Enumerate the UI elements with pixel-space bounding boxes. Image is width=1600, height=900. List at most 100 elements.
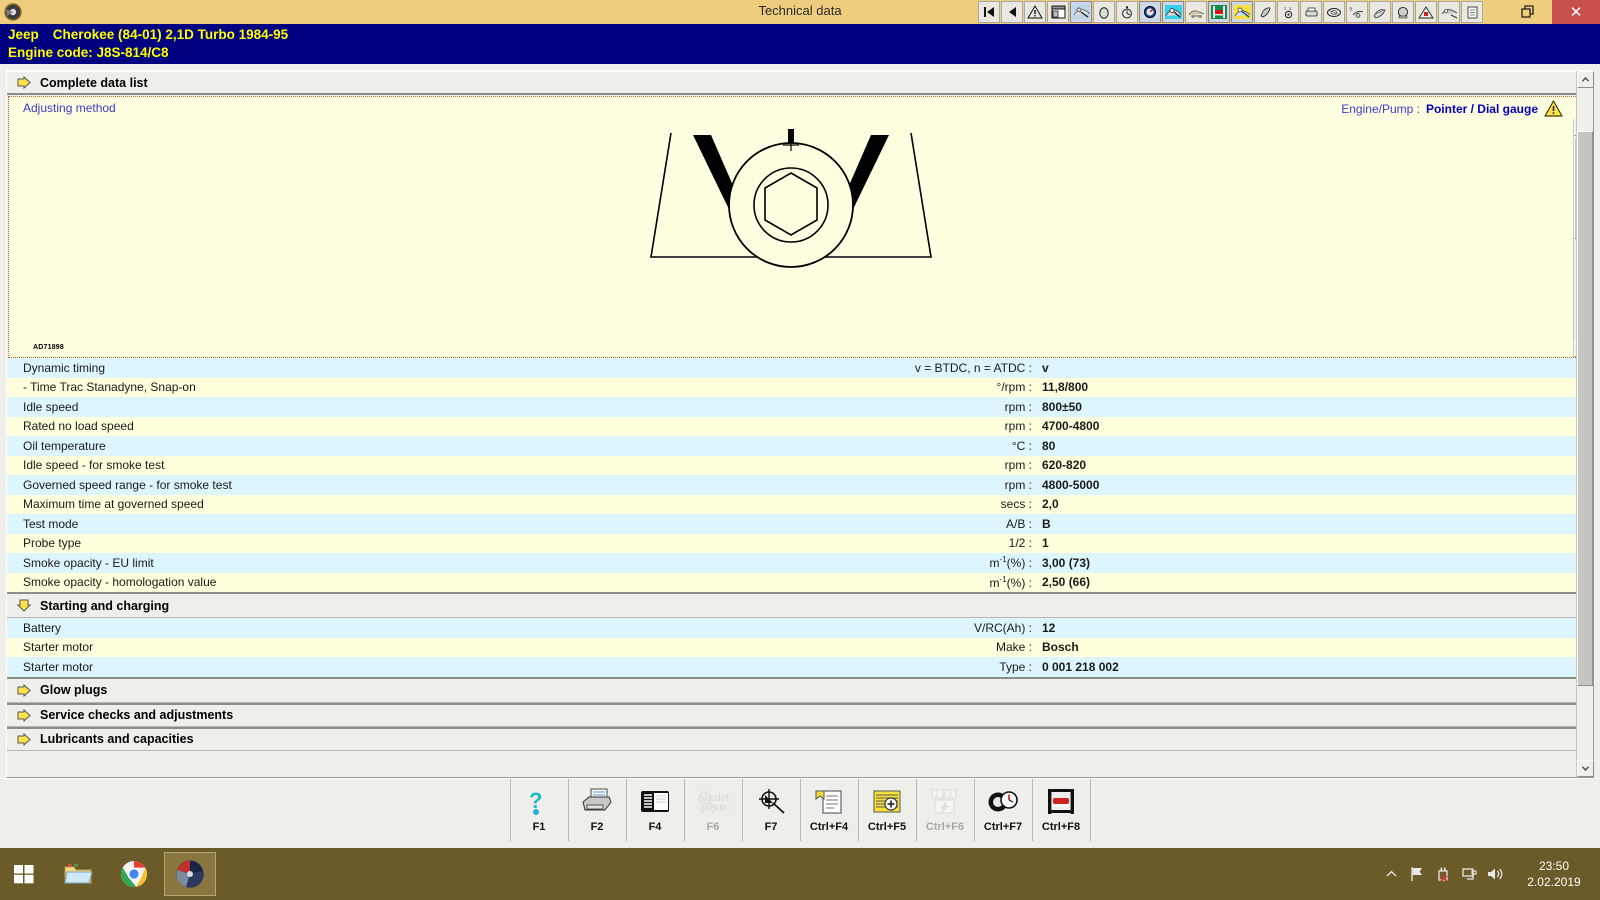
row-value: 800±50 xyxy=(1032,400,1593,414)
function-key-label: Ctrl+F7 xyxy=(984,821,1022,833)
taskbar-clock[interactable]: 23:50 2.02.2019 xyxy=(1508,858,1600,890)
panel-scrollbar[interactable] xyxy=(1576,71,1593,777)
battery-pages-icon: 23 xyxy=(930,785,960,819)
table-row[interactable]: Rated no load speedrpm :4700-4800 xyxy=(7,417,1593,437)
warning-triangle-icon[interactable] xyxy=(1544,100,1563,117)
function-key-button[interactable]: Ctrl+F5 xyxy=(859,779,917,841)
svg-text:2: 2 xyxy=(1284,6,1287,11)
function-key-button: abcdefghijklmF6 xyxy=(685,779,743,841)
function-key-button[interactable]: Ctrl+F4 xyxy=(801,779,859,841)
function-key-button[interactable]: Ctrl+F8 xyxy=(1033,779,1091,841)
previous-record-icon[interactable] xyxy=(1001,1,1023,23)
table-row[interactable]: Idle speedrpm :800±50 xyxy=(7,397,1593,417)
function-key-button[interactable]: Ctrl+F7 xyxy=(975,779,1033,841)
wiring-diagram-icon[interactable] xyxy=(1231,1,1253,23)
vehicle-lift-icon[interactable] xyxy=(1208,1,1230,23)
engine-parts-icon[interactable] xyxy=(1438,1,1460,23)
function-key-label: Ctrl+F4 xyxy=(810,821,848,833)
first-record-icon[interactable] xyxy=(978,1,1000,23)
section-header-starting-and-charging[interactable]: Starting and charging xyxy=(7,594,1593,618)
function-key-label: F2 xyxy=(591,821,604,833)
window-controls: ✕ xyxy=(1504,0,1600,24)
suspension-icon[interactable] xyxy=(1185,1,1207,23)
show-hidden-icons-icon[interactable] xyxy=(1378,848,1404,900)
gauge-dial-icon[interactable] xyxy=(1139,1,1161,23)
hazard-warning-icon[interactable] xyxy=(1415,1,1437,23)
diagram-header: Adjusting method Engine/Pump : Pointer /… xyxy=(9,97,1591,119)
function-key-button[interactable]: F4 xyxy=(627,779,685,841)
engine-pump-value: Pointer / Dial gauge xyxy=(1426,102,1538,116)
table-row[interactable]: Probe type1/2 :1 xyxy=(7,534,1593,554)
expand-arrow-icon xyxy=(17,733,31,746)
table-row[interactable]: Dynamic timingv = BTDC, n = ATDC :v xyxy=(7,358,1593,378)
usb-device-error-icon[interactable] xyxy=(1430,848,1456,900)
stopwatch-icon[interactable] xyxy=(1116,1,1138,23)
section-header-collapsed[interactable]: Glow plugs xyxy=(7,679,1593,703)
row-value: 0 001 218 002 xyxy=(1032,660,1593,674)
table-row[interactable]: BatteryV/RC(Ah) :12 xyxy=(7,618,1593,638)
file-explorer-icon[interactable] xyxy=(52,852,104,896)
brake-disc-icon[interactable] xyxy=(1392,1,1414,23)
panel-scroll-thumb[interactable] xyxy=(1577,131,1593,686)
row-value: 2,0 xyxy=(1032,497,1593,511)
data-panel: Complete data list Adjusting method Engi… xyxy=(6,70,1594,778)
function-key-toolbar: ?F1F2F4abcdefghijklmF6F7Ctrl+F4Ctrl+F523… xyxy=(0,778,1600,849)
row-unit: secs : xyxy=(887,497,1032,511)
function-key-button: 23Ctrl+F6 xyxy=(917,779,975,841)
window-layout-icon[interactable] xyxy=(1047,1,1069,23)
egg-shape-icon[interactable] xyxy=(1093,1,1115,23)
autodata-icon[interactable] xyxy=(164,852,216,896)
function-key-button[interactable]: F2 xyxy=(569,779,627,841)
panel-scroll-up-button[interactable] xyxy=(1577,71,1594,88)
row-unit: °/rpm : xyxy=(887,380,1032,394)
row-label: Battery xyxy=(7,621,887,635)
checklist-icon[interactable] xyxy=(1461,1,1483,23)
table-row[interactable]: Oil temperature°C :80 xyxy=(7,436,1593,456)
restore-button[interactable] xyxy=(1504,0,1552,24)
table-row[interactable]: Governed speed range - for smoke testrpm… xyxy=(7,475,1593,495)
close-button[interactable]: ✕ xyxy=(1552,0,1600,24)
print-icon[interactable] xyxy=(1300,1,1322,23)
repair-times-icon[interactable] xyxy=(1070,1,1092,23)
section-header-collapsed[interactable]: Lubricants and capacities xyxy=(7,727,1593,751)
timing-mark-diagram xyxy=(641,125,941,275)
chrome-icon[interactable] xyxy=(108,852,160,896)
table-row[interactable]: Smoke opacity - homologation valuem-1(%)… xyxy=(7,573,1593,593)
table-row[interactable]: - Time Trac Stanadyne, Snap-on°/rpm :11,… xyxy=(7,378,1593,398)
flag-action-center-icon[interactable] xyxy=(1404,848,1430,900)
function-key-button[interactable]: ?F1 xyxy=(511,779,569,841)
table-row[interactable]: Idle speed - for smoke testrpm :620-820 xyxy=(7,456,1593,476)
engine-bay-icon[interactable] xyxy=(1162,1,1184,23)
section-header-complete-data-list[interactable]: Complete data list xyxy=(7,71,1593,95)
vehicle-header: JeepCherokee (84-01) 2,1D Turbo 1984-95 … xyxy=(0,24,1600,64)
table-row[interactable]: Test modeA/B :B xyxy=(7,514,1593,534)
row-label: - Time Trac Stanadyne, Snap-on xyxy=(7,380,887,394)
windows-start-icon[interactable] xyxy=(0,848,48,900)
oil-can-icon[interactable] xyxy=(1254,1,1276,23)
volume-icon[interactable] xyxy=(1482,848,1508,900)
vehicle-make: Jeep xyxy=(8,27,39,42)
function-key-label: Ctrl+F8 xyxy=(1042,821,1080,833)
panel-scroll-down-button[interactable] xyxy=(1577,760,1594,777)
svg-text:3: 3 xyxy=(1289,6,1292,11)
section-header-collapsed[interactable]: Service checks and adjustments xyxy=(7,703,1593,727)
table-row[interactable]: Starter motorMake :Bosch xyxy=(7,638,1593,658)
belt-drive-icon[interactable] xyxy=(1323,1,1345,23)
warning-triangle-icon[interactable] xyxy=(1024,1,1046,23)
table-row[interactable]: Starter motorType :0 001 218 002 xyxy=(7,657,1593,677)
adjusting-method-label[interactable]: Adjusting method xyxy=(9,101,116,115)
notes-page-icon xyxy=(814,785,844,819)
table-row[interactable]: Smoke opacity - EU limitm-1(%) :3,00 (73… xyxy=(7,553,1593,573)
diagnostic-query-icon[interactable]: ? xyxy=(1346,1,1368,23)
diagram-canvas: AD71898 xyxy=(9,119,1573,357)
function-key-button[interactable]: F7 xyxy=(743,779,801,841)
network-icon[interactable] xyxy=(1456,848,1482,900)
service-schedule-icon[interactable] xyxy=(1369,1,1391,23)
table-row[interactable]: Maximum time at governed speedsecs :2,0 xyxy=(7,495,1593,515)
row-unit: Make : xyxy=(887,640,1032,654)
diagram-panel: Adjusting method Engine/Pump : Pointer /… xyxy=(8,96,1592,358)
row-value: 12 xyxy=(1032,621,1593,635)
vehicle-header-line1: JeepCherokee (84-01) 2,1D Turbo 1984-95 xyxy=(8,26,1600,44)
add-record-icon xyxy=(872,785,902,819)
tyre-pressure-icon[interactable]: 23 xyxy=(1277,1,1299,23)
